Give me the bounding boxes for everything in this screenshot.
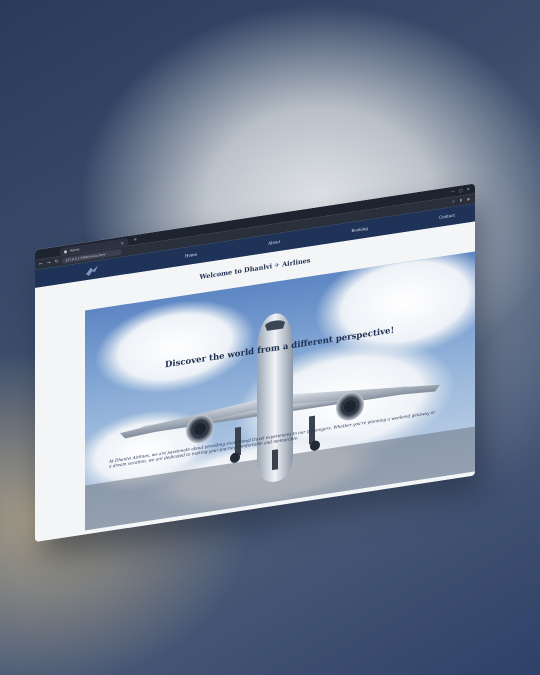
nav-link-home[interactable]: Home [185,251,197,258]
tab-title: Home [70,247,80,253]
airplane-photo [85,251,475,531]
nav-link-about[interactable]: About [268,239,280,246]
nav-link-contact[interactable]: Contact [439,212,455,219]
hero-banner: Discover the world from a different pers… [85,251,475,531]
favicon-icon [64,249,67,254]
nav-link-booking[interactable]: Booking [351,226,368,234]
browser-window: Home ✕ + — ▢ ✕ ← → ↻ 127.0.0.1:5500/inde… [35,183,475,543]
airline-flag-icon: ✈ [274,260,280,270]
back-icon[interactable]: ← [39,261,43,267]
airline-logo-icon[interactable] [85,264,99,277]
minimize-icon[interactable]: — [451,189,455,195]
menu-icon[interactable]: ≡ [467,196,470,202]
maximize-icon[interactable]: ▢ [459,187,463,193]
welcome-prefix: Welcome to Dhanlvi [199,262,273,282]
reload-icon[interactable]: ↻ [55,259,59,265]
new-tab-icon[interactable]: + [133,237,137,244]
welcome-suffix: Airlines [282,256,311,269]
browser-toolbar: ☆ ⬇ ≡ [452,196,470,204]
window-controls: — ▢ ✕ [451,186,470,194]
tab-close-icon[interactable]: ✕ [121,240,124,246]
close-window-icon[interactable]: ✕ [467,186,470,192]
download-icon[interactable]: ⬇ [459,197,462,203]
forward-icon[interactable]: → [47,260,51,266]
bookmark-icon[interactable]: ☆ [452,198,456,204]
